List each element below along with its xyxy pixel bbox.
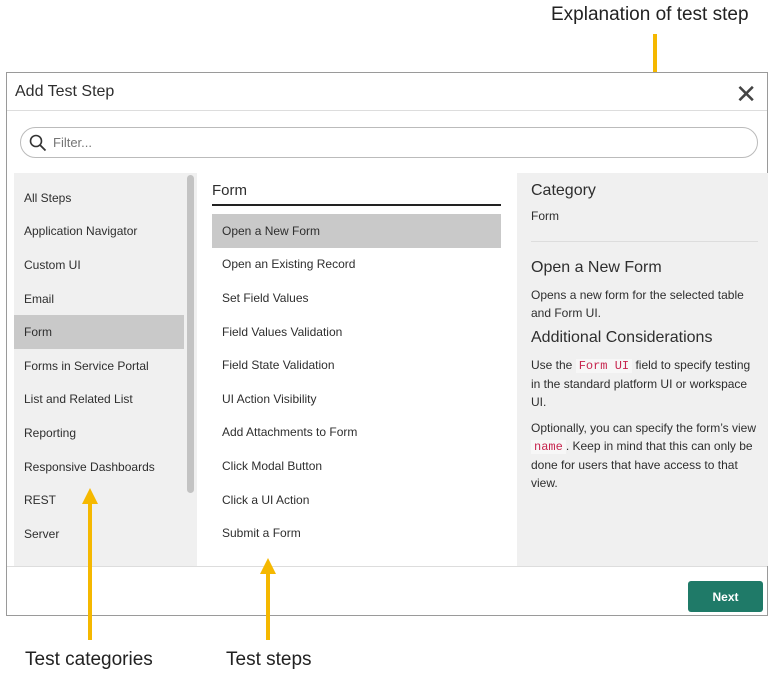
category-item[interactable]: Application Navigator — [14, 215, 184, 249]
step-item[interactable]: UI Action Visibility — [212, 382, 501, 416]
considerations-paragraph-1: Use the Form UI field to specify testing… — [531, 356, 758, 411]
step-item[interactable]: Click Modal Button — [212, 449, 501, 483]
category-heading: Category — [531, 182, 596, 199]
category-item[interactable]: List and Related List — [14, 383, 184, 417]
dialog-title: Add Test Step — [15, 82, 115, 100]
category-list: All Steps Application Navigator Custom UI E… — [14, 173, 184, 566]
category-item[interactable]: Server — [14, 517, 184, 551]
considerations-paragraph-2: Optionally, you can specify the form’s v… — [531, 419, 758, 492]
code-form-ui: Form UI — [575, 359, 633, 373]
step-title: Open a New Form — [531, 259, 662, 276]
annotation-steps: Test steps — [226, 649, 312, 670]
filter-field[interactable] — [20, 127, 758, 158]
step-item[interactable]: Submit a Form — [212, 516, 501, 550]
scrollbar-thumb[interactable] — [187, 175, 194, 493]
category-item[interactable]: Responsive Dashboards — [14, 450, 184, 484]
annotation-arrow — [266, 572, 270, 640]
next-button[interactable]: Next — [688, 581, 763, 612]
annotation-explanation: Explanation of test step — [551, 4, 749, 25]
step-description: Opens a new form for the selected table … — [531, 288, 744, 320]
annotation-arrowhead — [82, 488, 98, 504]
step-item[interactable]: Open a New Form — [212, 214, 501, 248]
close-icon[interactable]: ✕ — [735, 79, 757, 110]
step-item[interactable]: Set Field Values — [212, 281, 501, 315]
detail-panel: Category Form Open a New Form Opens a ne… — [517, 173, 768, 566]
category-item[interactable]: Reporting — [14, 416, 184, 450]
category-item[interactable]: Custom UI — [14, 248, 184, 282]
steps-header: Form — [212, 182, 501, 206]
annotation-categories: Test categories — [25, 649, 153, 670]
divider — [531, 241, 758, 242]
steps-panel: Form Open a New Form Open an Existing Rec… — [198, 173, 517, 566]
category-item[interactable]: REST — [14, 483, 184, 517]
step-item[interactable]: Field Values Validation — [212, 315, 501, 349]
category-item[interactable]: Email — [14, 282, 184, 316]
category-item[interactable]: Forms in Service Portal — [14, 349, 184, 383]
text: Optionally, you can specify the form’s v… — [531, 421, 756, 435]
step-item[interactable]: Field State Validation — [212, 348, 501, 382]
text: Use the — [531, 358, 576, 372]
step-item[interactable]: Click a UI Action — [212, 483, 501, 517]
add-test-step-dialog: Add Test Step ✕ All StepsApplication Nav… — [6, 72, 768, 616]
considerations-heading: Additional Considerations — [531, 329, 713, 346]
annotation-arrow — [88, 502, 92, 640]
category-item[interactable]: Form — [14, 315, 184, 349]
code-name: name — [531, 440, 566, 454]
category-value: Form — [531, 209, 559, 223]
step-item[interactable]: Add Attachments to Form — [212, 416, 501, 450]
step-item[interactable]: Open an Existing Record — [212, 248, 501, 282]
annotation-arrowhead — [260, 558, 276, 574]
filter-input[interactable] — [53, 135, 713, 150]
dialog-footer: Next — [7, 566, 767, 616]
category-item[interactable]: All Steps — [14, 181, 184, 215]
search-icon — [29, 134, 47, 151]
